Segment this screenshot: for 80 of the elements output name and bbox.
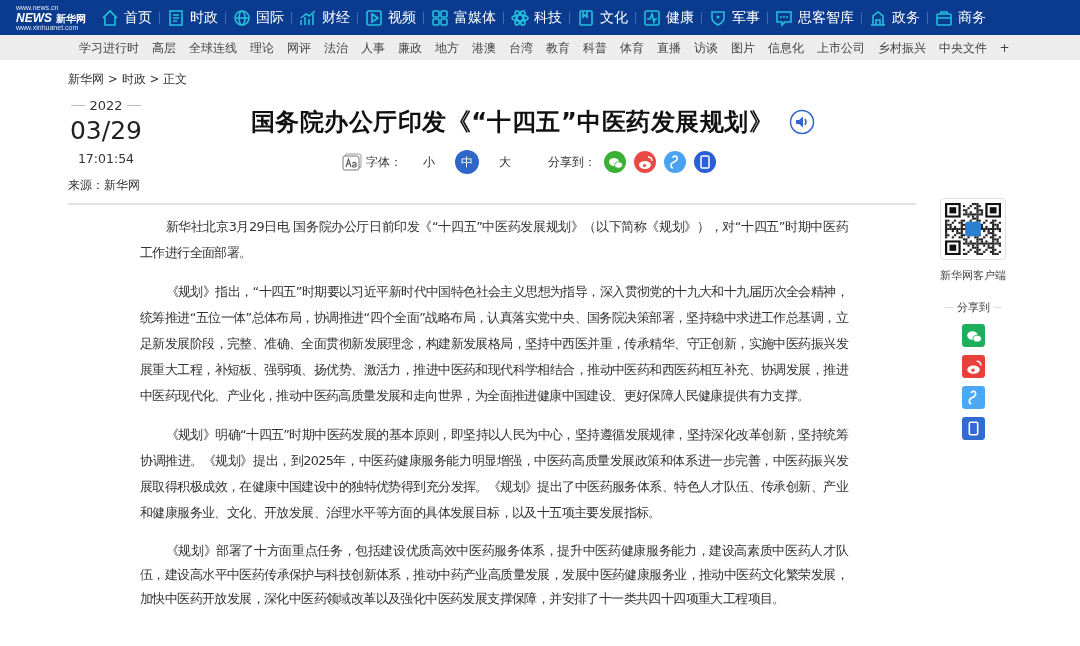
subnav-link[interactable]: 港澳: [465, 38, 502, 57]
nav-link[interactable]: 政务: [862, 7, 927, 28]
chat-icon: [775, 8, 793, 27]
audio-button[interactable]: [789, 109, 816, 136]
share-button[interactable]: [961, 416, 985, 440]
breadcrumb-item[interactable]: >: [149, 70, 160, 89]
nav-link[interactable]: 文化: [570, 7, 635, 28]
nav-link[interactable]: 富媒体: [424, 7, 503, 28]
font-size-icon: [342, 152, 362, 171]
subnav-link[interactable]: 中央文件: [932, 38, 993, 57]
subnav-link[interactable]: 学习进行时: [72, 38, 145, 57]
font-size-label: 字体：: [366, 153, 402, 171]
qr-caption: 新华网客户端: [940, 268, 1006, 283]
article-paragraph: 《规划》明确“十四五”时期中医药发展的基本原则，即坚持以人民为中心，坚持遵循发展规律，坚持深化改革创新，坚持统筹协调推进。《规划》提出，到2025年，中医药健康服务能力明显增强，中医药高质量发展政策和体系进一步完善，中医药振兴发展取得积极成效，在健康中国建设中的独特优势得到充分发挥。《规划》提出了中医药服务体系、特色人才队伍、传承创新、产业和健康服务业、文化、开放发展、治理水平等方面的具体发展目标，以及十五项主要发展指标。: [140, 426, 848, 523]
breadcrumb-item[interactable]: 正文: [163, 70, 188, 89]
home-icon: [101, 8, 119, 27]
subnav-link[interactable]: 法治: [317, 38, 354, 57]
breadcrumb-item[interactable]: 新华网: [68, 70, 104, 89]
nav-link[interactable]: 时政: [160, 7, 225, 28]
date-year: 2022: [89, 97, 123, 115]
subnav-link[interactable]: 教育: [539, 38, 576, 57]
breadcrumb-item[interactable]: 时政: [121, 70, 146, 89]
building-icon: [869, 8, 887, 27]
globe-icon: [233, 8, 251, 27]
nav-link[interactable]: 健康: [636, 7, 701, 28]
chart-icon: [299, 8, 317, 27]
subnav-link[interactable]: 全球连线: [182, 38, 243, 57]
document-icon: [167, 8, 185, 27]
subnav-link[interactable]: 信息化: [761, 38, 810, 57]
subnav-link[interactable]: 直播: [650, 38, 687, 57]
grid-icon: [431, 8, 449, 27]
play-icon: [365, 8, 383, 27]
qr-code: [940, 198, 1006, 260]
nav-link[interactable]: 首页: [94, 7, 159, 28]
atom-icon: [511, 8, 529, 27]
article-paragraph: 新华社北京3月29日电 国务院办公厅日前印发《“十四五”中医药发展规划》（以下简称《规划》），对“十四五”时期中医药工作进行全面部署。: [140, 218, 848, 263]
breadcrumb-item[interactable]: >: [108, 70, 118, 89]
subnav-link[interactable]: 乡村振兴: [871, 38, 932, 57]
subnav-link[interactable]: 科普: [576, 38, 613, 57]
article-paragraph: 《规划》指出，“十四五”时期要以习近平新时代中国特色社会主义思想为指导，深入贯彻党的十九大和十九届历次全会精神，统筹推进“五位一体”总体布局，协调推进“四个全面”战略布局，认真落实党中央、国务院决策部署，坚持稳中求进工作总基调，立足新发展阶段，完整、准确、全面贯彻新发展理念，构建新发展格局，坚持中西医并重，传承精华、守正创新，实施中医药振兴发展重大工程，补短板、强弱项、扬优势、激活力，推进中医药和现代科学相结合，推动中医药和西医药相互补充、协调发展，推进中医药现代化、产业化，推动中医药高质量发展和走向世界，为全面推进健康中国建设、更好保障人民健康提供有力支撑。: [140, 283, 848, 406]
more-link[interactable]: +: [993, 38, 1017, 57]
shield-icon: [709, 8, 727, 27]
article-paragraph: 《规划》部署了十方面重点任务，包括建设优质高效中医药服务体系，提升中医药健康服务能力，建设高素质中医药人才队伍，建设高水平中医药传承保护与科技创新体系，推动中药产业高质量发展，发展中医药健康服务业，推动中医药文化繁荣发展，加快中医药开放发展，深化中医药领域改革以及强化中医药发展支撑保障，并安排了十一类共四十四项重大工程项目。: [140, 542, 848, 609]
briefcase-icon: [935, 8, 953, 27]
nav-link[interactable]: 科技: [504, 7, 569, 28]
subnav-link[interactable]: 理论: [243, 38, 280, 57]
share-button[interactable]: [961, 354, 985, 378]
font-size-option[interactable]: 大: [493, 149, 517, 174]
book-icon: [577, 8, 595, 27]
font-size-option[interactable]: 小: [417, 149, 441, 174]
share-button[interactable]: [961, 323, 985, 347]
date-day: 03/29: [69, 115, 142, 146]
share-label: 分享到: [956, 299, 990, 315]
source-text: 来源：新华网: [68, 178, 140, 193]
share-button[interactable]: [604, 150, 626, 173]
nav-link[interactable]: 商务: [928, 7, 993, 28]
nav-link[interactable]: 军事: [702, 7, 767, 28]
subnav-link[interactable]: 网评: [280, 38, 317, 57]
nav-link[interactable]: 国际: [226, 7, 291, 28]
subnav-link[interactable]: 地方: [428, 38, 465, 57]
subnav-link[interactable]: 上市公司: [810, 38, 871, 57]
subnav-link[interactable]: 台湾: [502, 38, 539, 57]
subnav-link[interactable]: 体育: [613, 38, 650, 57]
subnav-link[interactable]: 访谈: [687, 38, 724, 57]
nav-link[interactable]: 视频: [358, 7, 423, 28]
share-button[interactable]: [961, 385, 985, 409]
pulse-icon: [643, 8, 661, 27]
nav-link[interactable]: 财经: [292, 7, 357, 28]
subnav-link[interactable]: 高层: [145, 38, 182, 57]
nav-link[interactable]: 思客智库: [768, 7, 861, 28]
subnav-link[interactable]: 廉政: [391, 38, 428, 57]
time-text: 17:01:54: [77, 149, 135, 168]
share-button[interactable]: [634, 150, 656, 173]
font-size-option[interactable]: 中: [455, 149, 479, 174]
subnav-link[interactable]: 图片: [724, 38, 761, 57]
share-button[interactable]: [694, 150, 716, 173]
subnav-link[interactable]: 人事: [354, 38, 391, 57]
share-label: 分享到：: [548, 153, 596, 171]
article-title: 国务院办公厅印发《“十四五”中医药发展规划》: [250, 108, 774, 137]
share-button[interactable]: [664, 150, 686, 173]
